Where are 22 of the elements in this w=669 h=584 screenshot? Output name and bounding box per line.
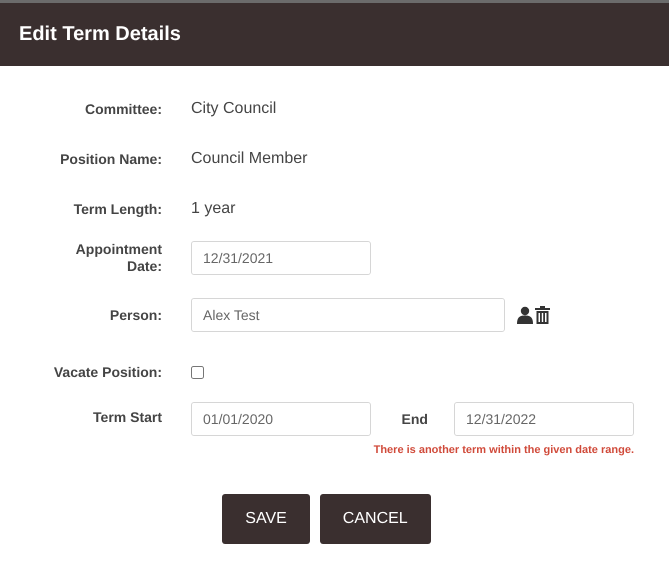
field-label: Committee: bbox=[84, 100, 162, 118]
dialog-button[interactable]: CANCEL bbox=[320, 494, 431, 544]
field-label: End bbox=[402, 411, 428, 427]
field-value: 1 year bbox=[191, 200, 236, 218]
checkbox[interactable] bbox=[191, 366, 204, 378]
field-label: Term Start bbox=[92, 408, 162, 426]
date-field[interactable]: 01/01/2020 bbox=[191, 402, 371, 436]
field-label: Term Length: bbox=[72, 200, 162, 218]
field-label: Vacate Position: bbox=[52, 364, 162, 380]
field-value: City Council bbox=[191, 100, 276, 118]
error-message: There is another term within the given date range. bbox=[374, 444, 634, 456]
trash-icon[interactable] bbox=[535, 306, 550, 324]
field-label: Person: bbox=[108, 306, 162, 324]
person-field[interactable]: Alex Test bbox=[191, 298, 505, 332]
date-field[interactable]: 12/31/2021 bbox=[191, 241, 371, 275]
dialog-title: Edit Term Details bbox=[19, 23, 181, 46]
field-value: Council Member bbox=[191, 150, 308, 168]
date-field[interactable]: 12/31/2022 bbox=[454, 402, 634, 436]
dialog-button[interactable]: SAVE bbox=[222, 494, 310, 544]
field-label: Position Name: bbox=[59, 150, 162, 168]
field-label: Appointment Date: bbox=[74, 241, 162, 275]
person-icon[interactable] bbox=[517, 306, 533, 324]
